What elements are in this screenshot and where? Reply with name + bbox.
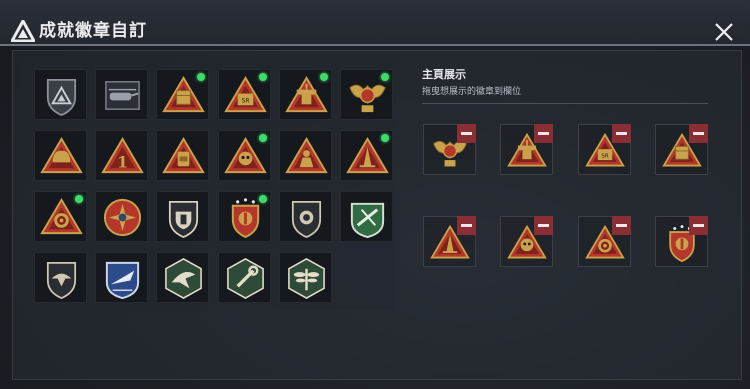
green-rifle-badge-icon <box>350 202 385 239</box>
badge-slot[interactable]: 1 <box>95 130 148 181</box>
new-indicator-dot <box>259 134 267 142</box>
badge-slot[interactable] <box>279 130 332 181</box>
eagle-hexagon-badge-icon <box>165 258 202 299</box>
minus-icon[interactable] <box>534 216 553 235</box>
badge-slot[interactable] <box>156 130 209 181</box>
badge-slot[interactable] <box>279 191 332 242</box>
close-icon[interactable] <box>713 21 735 43</box>
minus-icon[interactable] <box>689 124 708 143</box>
badge-grid: SR 1 <box>22 58 394 310</box>
new-indicator-dot <box>320 73 328 81</box>
badge-slot[interactable] <box>34 252 87 303</box>
minus-icon[interactable] <box>457 216 476 235</box>
badge-slot[interactable]: SR <box>218 69 271 120</box>
badge-slot[interactable] <box>95 69 148 120</box>
showcase-slot[interactable] <box>423 124 476 175</box>
new-indicator-dot <box>75 195 83 203</box>
star-cross-badge-icon <box>103 198 142 237</box>
helmet-triangle-badge-icon <box>40 136 83 174</box>
badge-slot[interactable] <box>218 191 271 242</box>
new-indicator-dot <box>259 73 267 81</box>
badge-slot[interactable] <box>95 191 148 242</box>
showcase-slot[interactable] <box>655 124 708 175</box>
svg-text:SR: SR <box>242 98 250 104</box>
showcase-slot[interactable]: SR <box>578 124 631 175</box>
badge-slot[interactable] <box>340 69 393 120</box>
showcase-slot[interactable] <box>500 124 553 175</box>
minus-icon[interactable] <box>612 216 631 235</box>
soldier-triangle-badge-icon <box>285 136 328 174</box>
dragonfly-hexagon-badge-icon <box>288 258 325 299</box>
badge-slot[interactable] <box>279 69 332 120</box>
showcase-subtitle: 拖曳想展示的徽章到欄位 <box>422 87 522 97</box>
new-indicator-dot <box>381 73 389 81</box>
badge-slot[interactable] <box>156 69 209 120</box>
backpack-triangle-badge-icon <box>162 136 205 174</box>
badge-slot[interactable] <box>34 191 87 242</box>
showcase-slot[interactable] <box>578 216 631 267</box>
helicopter-badge-icon <box>105 81 140 110</box>
badge-slot[interactable] <box>156 252 209 303</box>
new-indicator-dot <box>259 195 267 203</box>
badge-slot[interactable] <box>340 130 393 181</box>
badge-slot[interactable] <box>34 130 87 181</box>
showcase-divider <box>422 103 708 104</box>
new-indicator-dot <box>197 73 205 81</box>
minus-icon[interactable] <box>612 124 631 143</box>
badge-slot[interactable] <box>34 69 87 120</box>
lion-shield-badge-icon <box>291 200 322 239</box>
badge-slot[interactable] <box>279 252 332 303</box>
triangle-logo-icon <box>11 20 35 42</box>
triangle-shield-badge-icon <box>46 78 77 117</box>
minus-icon[interactable] <box>534 124 553 143</box>
svg-text:SR: SR <box>601 153 608 159</box>
showcase-slot[interactable] <box>423 216 476 267</box>
showcase-slot[interactable] <box>655 216 708 267</box>
jet-badge-icon <box>105 261 140 300</box>
hawk-shield-badge-icon <box>46 261 77 300</box>
title-bar: 成就徽章自訂 <box>0 0 750 46</box>
svg-text:1: 1 <box>117 152 128 171</box>
minus-icon[interactable] <box>689 216 708 235</box>
badge-slot[interactable] <box>218 130 271 181</box>
wrench-hexagon-badge-icon <box>227 258 264 299</box>
badge-slot[interactable] <box>218 252 271 303</box>
showcase-slot[interactable] <box>500 216 553 267</box>
shield-crest-badge-icon <box>168 200 199 239</box>
number-one-triangle-badge-icon: 1 <box>101 136 144 174</box>
showcase-title: 主頁展示 <box>422 68 466 81</box>
minus-icon[interactable] <box>457 124 476 143</box>
badge-slot[interactable] <box>340 191 393 242</box>
new-indicator-dot <box>381 134 389 142</box>
badge-slot[interactable] <box>156 191 209 242</box>
badge-slot[interactable] <box>95 252 148 303</box>
page-title: 成就徽章自訂 <box>39 21 147 41</box>
